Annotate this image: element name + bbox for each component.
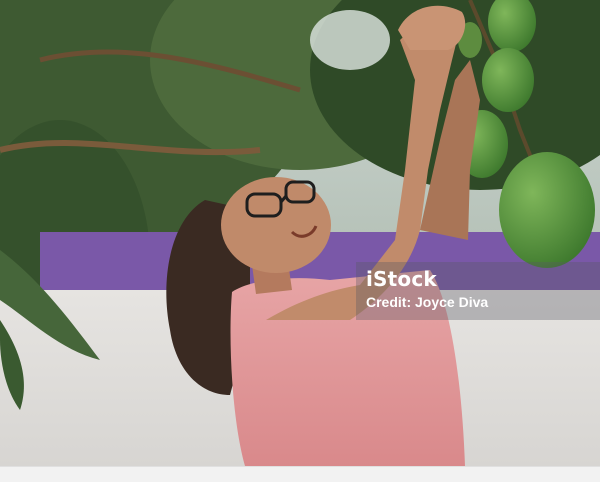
photo-scene	[0, 0, 600, 466]
watermark-brand: iStock	[366, 267, 437, 291]
bottom-bar	[0, 466, 600, 482]
watermark-credit: Credit: Joyce Diva	[366, 294, 489, 310]
watermark: iStock Credit: Joyce Diva	[356, 262, 600, 320]
stock-photo: iStock Credit: Joyce Diva	[0, 0, 600, 466]
